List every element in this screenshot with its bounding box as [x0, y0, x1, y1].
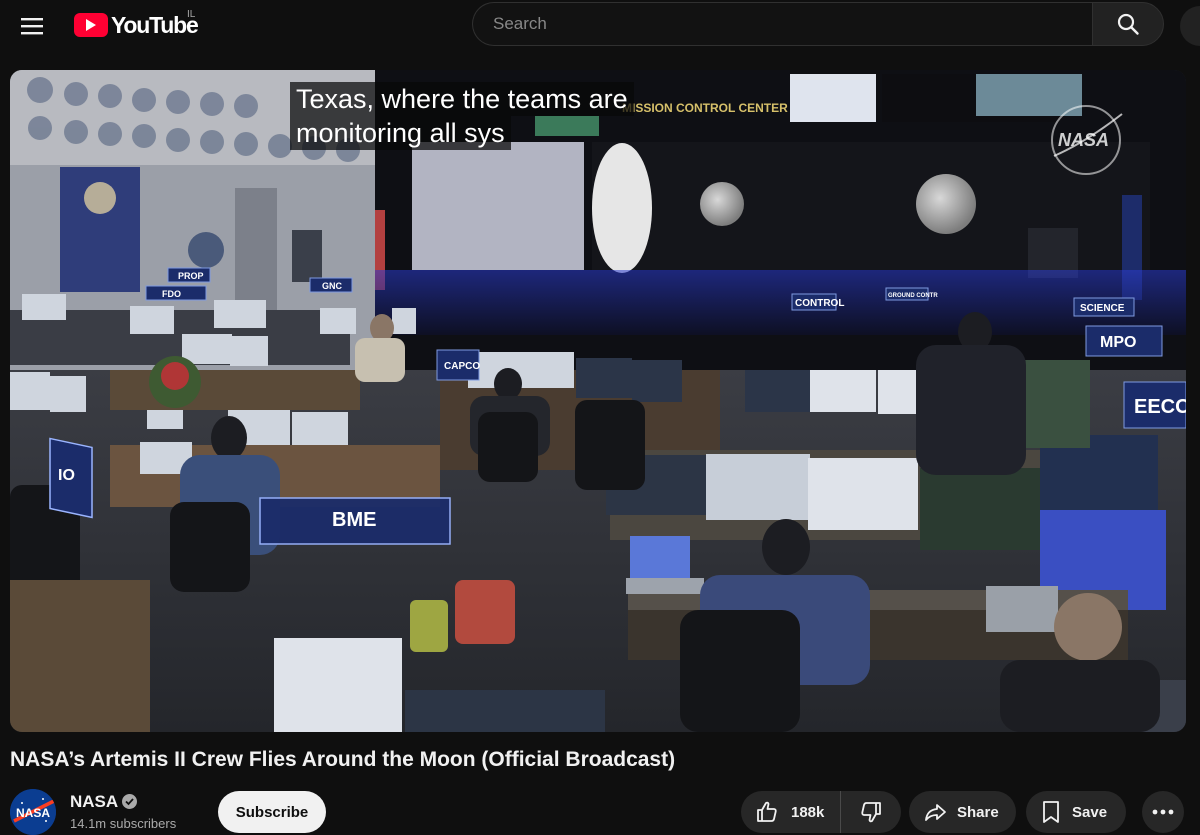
menu-icon	[21, 18, 43, 35]
save-label: Save	[1072, 803, 1108, 821]
scene-label-capcom: CAPCO	[444, 361, 480, 372]
more-actions-button[interactable]	[1142, 791, 1184, 833]
caption-line-2: monitoring all sys	[290, 116, 511, 150]
voice-search-button[interactable]	[1180, 6, 1200, 46]
search-bar	[472, 2, 1164, 46]
country-code: IL	[187, 9, 196, 20]
nasa-watermark: NASA	[1044, 102, 1128, 178]
scene-label-mpo: MPO	[1100, 334, 1136, 351]
menu-button[interactable]	[12, 6, 52, 46]
share-label: Share	[957, 803, 999, 821]
like-button[interactable]: 188k	[741, 791, 841, 833]
scene-label-control: CONTROL	[795, 298, 844, 309]
dislike-icon	[861, 802, 881, 823]
scene-sign-mcc: MISSION CONTROL CENTER	[622, 101, 788, 115]
verified-icon	[122, 794, 137, 809]
share-icon	[925, 804, 946, 821]
closed-caption: Texas, where the teams are monitoring al…	[290, 82, 634, 150]
video-frame: MISSION CONTROL CENTER PROP FDO GNC CAPC…	[10, 70, 1186, 732]
scene-label-fdo: FDO	[162, 289, 181, 299]
caption-line-1: Texas, where the teams are	[290, 82, 634, 116]
video-player[interactable]: MISSION CONTROL CENTER PROP FDO GNC CAPC…	[10, 70, 1186, 732]
save-icon	[1043, 801, 1059, 823]
scene-label-ground-control: GROUND CONTR	[888, 293, 938, 299]
save-button[interactable]: Save	[1026, 791, 1126, 833]
avatar-text: NASA	[16, 806, 50, 820]
logo-text: YouTube	[111, 11, 199, 38]
youtube-logo-icon	[74, 13, 108, 37]
channel-avatar[interactable]: NASA	[10, 789, 56, 835]
search-input[interactable]	[472, 2, 1092, 46]
scene-label-eecom: EECO	[1134, 396, 1186, 418]
scene-label-science: SCIENCE	[1080, 303, 1125, 314]
scene-label-bme: BME	[332, 509, 376, 531]
share-button[interactable]: Share	[909, 791, 1016, 833]
like-count: 188k	[791, 803, 825, 821]
more-icon	[1152, 809, 1174, 815]
dislike-button[interactable]	[841, 791, 901, 833]
search-icon	[1117, 13, 1139, 35]
subscribe-button[interactable]: Subscribe	[218, 791, 326, 833]
channel-name[interactable]: NASA	[70, 792, 118, 812]
top-bar: YouTube IL	[0, 0, 1200, 52]
scene-label-io: IO	[58, 467, 75, 484]
like-dislike-group: 188k	[741, 791, 901, 833]
subscriber-count: 14.1m subscribers	[70, 816, 177, 831]
youtube-logo[interactable]: YouTube	[74, 11, 199, 38]
search-button[interactable]	[1092, 2, 1164, 46]
scene-label-gnc: GNC	[322, 281, 343, 291]
like-icon	[757, 801, 777, 822]
video-title: NASA’s Artemis II Crew Flies Around the …	[10, 748, 676, 771]
scene-label-prop: PROP	[178, 271, 204, 281]
